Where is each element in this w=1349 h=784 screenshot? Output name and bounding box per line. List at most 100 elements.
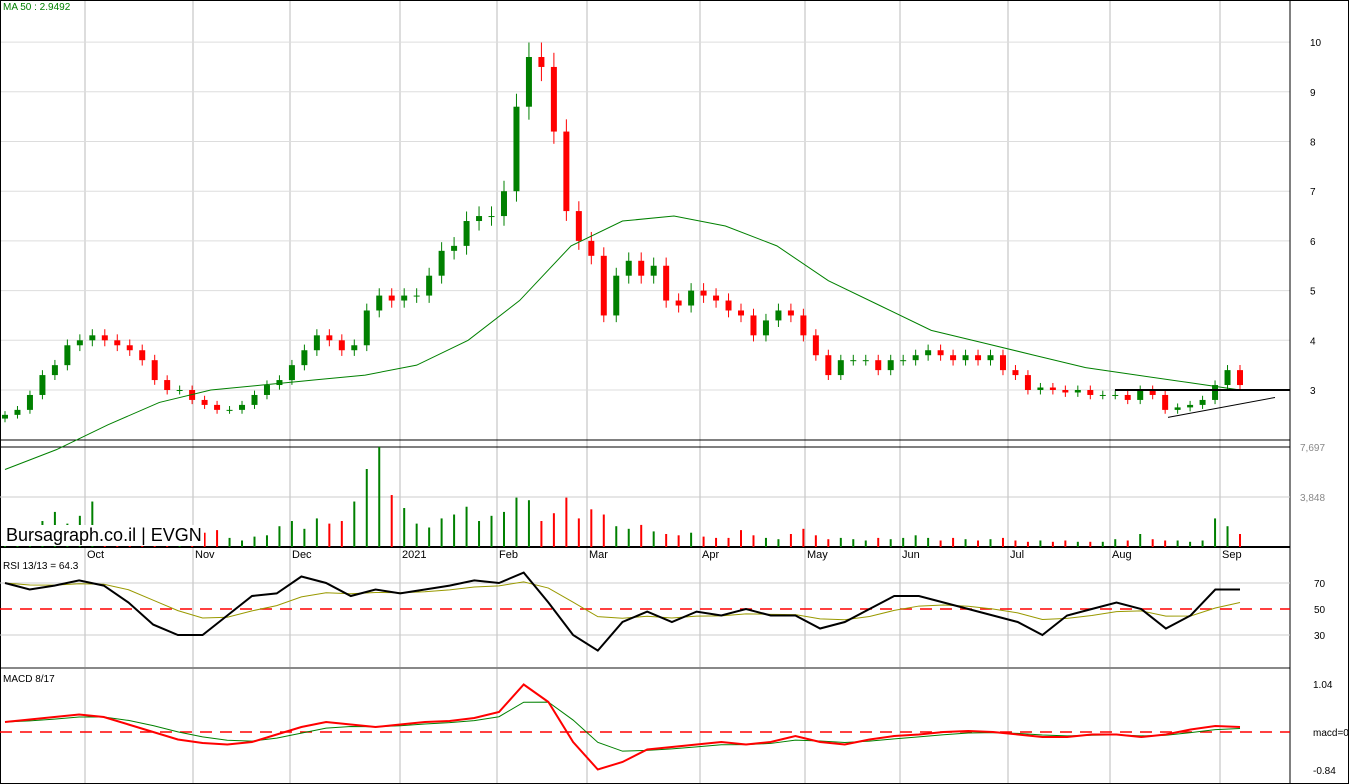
candle-body (51, 365, 58, 376)
month-label: Dec (292, 549, 312, 561)
candle-body (14, 409, 21, 415)
price-tick-label: 6 (1310, 237, 1316, 248)
rsi-tick-label: 30 (1314, 631, 1326, 642)
candle-body (575, 211, 582, 241)
candle-body (862, 360, 869, 362)
candle-body (812, 335, 819, 356)
candle-body (463, 221, 470, 246)
candle-body (488, 216, 495, 218)
month-label: Mar (589, 549, 608, 561)
candle-body (613, 275, 620, 316)
ma-label: MA 50 : 2.9492 (3, 2, 71, 13)
candle-body (1074, 390, 1081, 393)
price-tick-label: 3 (1310, 386, 1316, 397)
candle-body (164, 380, 171, 390)
candle-body (588, 240, 595, 256)
month-label: May (807, 549, 828, 561)
candle-body (2, 414, 8, 419)
candle-body (251, 394, 258, 405)
candle-body (1062, 390, 1069, 393)
candle-body (675, 300, 682, 306)
rsi-signal-line (4, 581, 1241, 621)
candle-body (688, 290, 695, 306)
candle-body (89, 335, 96, 341)
candle-body (326, 335, 333, 341)
candle-body (900, 360, 907, 362)
price-tick-label: 7 (1310, 187, 1316, 198)
candle-body (1124, 394, 1131, 400)
price-tick-label: 9 (1310, 88, 1316, 99)
candle-body (39, 375, 46, 395)
candle-body (226, 409, 233, 411)
candle-body (363, 310, 370, 346)
candle-body (1212, 385, 1219, 400)
candle-body (937, 350, 944, 356)
candle-body (388, 295, 395, 301)
rsi-label: RSI 13/13 = 64.3 (3, 561, 79, 572)
candle-body (1137, 390, 1144, 400)
candle-body (338, 340, 345, 351)
candle-body (126, 345, 133, 351)
macd-signal-line (4, 701, 1241, 752)
candle-body (426, 275, 433, 296)
candle-body (600, 255, 607, 316)
candle-body (750, 315, 757, 336)
candle-body (1162, 394, 1169, 410)
candle-body (114, 340, 121, 346)
candle-body (239, 404, 246, 410)
month-label: Jul (1010, 549, 1024, 561)
candle-body (301, 350, 308, 366)
candle-body (288, 365, 295, 381)
candle-body (625, 260, 632, 276)
candle-body (800, 315, 807, 336)
candle-body (563, 131, 570, 212)
candle-body (713, 295, 720, 301)
candle-body (1199, 399, 1206, 405)
candle-body (451, 245, 458, 251)
month-label: 2021 (402, 549, 426, 561)
macd-tick-label: 1.04 (1313, 680, 1333, 691)
candle-body (413, 295, 420, 297)
candle-body (837, 360, 844, 376)
price-tick-label: 4 (1310, 336, 1316, 347)
volume-tick-label: 3,848 (1300, 493, 1325, 504)
month-label: Nov (195, 549, 215, 561)
candle-body (351, 345, 358, 351)
trendline (1167, 396, 1276, 418)
macd-line (4, 683, 1241, 771)
price-tick-label: 5 (1310, 287, 1316, 298)
candle-body (525, 57, 532, 107)
candle-body (825, 355, 832, 376)
candle-body (538, 57, 545, 67)
candle-body (401, 295, 408, 301)
month-label: Jun (902, 549, 920, 561)
candle-body (176, 390, 183, 391)
rsi-line (4, 571, 1240, 652)
candle-body (513, 106, 520, 192)
watermark: Bursagraph.co.il | EVGN (4, 525, 204, 546)
candle-body (762, 320, 769, 336)
stock-chart: Oct Nov Dec 2021 Feb Mar Apr May Jun Jul Aug Sep 3 4 5… (0, 0, 1349, 784)
candle-body (962, 355, 969, 361)
candle-body (638, 260, 645, 276)
candle-body (550, 66, 557, 132)
candle-body (950, 355, 957, 361)
candle-body (663, 265, 670, 301)
candle-body (1237, 370, 1243, 386)
month-label: Oct (87, 549, 104, 561)
candle-body (1224, 370, 1231, 386)
price-tick-label: 10 (1310, 38, 1322, 49)
candle-body (912, 355, 919, 361)
candle-body (999, 355, 1006, 371)
month-label: Apr (702, 549, 719, 561)
macd-label: MACD 8/17 (3, 674, 55, 685)
candle-body (1049, 387, 1056, 390)
candle-body (263, 385, 270, 395)
candle-body (139, 350, 146, 361)
candle-body (1099, 394, 1106, 396)
candle-body (376, 295, 383, 311)
ma50-line (4, 215, 1241, 470)
month-label: Aug (1112, 549, 1132, 561)
candle-body (1087, 390, 1094, 395)
candle-body (214, 404, 221, 410)
